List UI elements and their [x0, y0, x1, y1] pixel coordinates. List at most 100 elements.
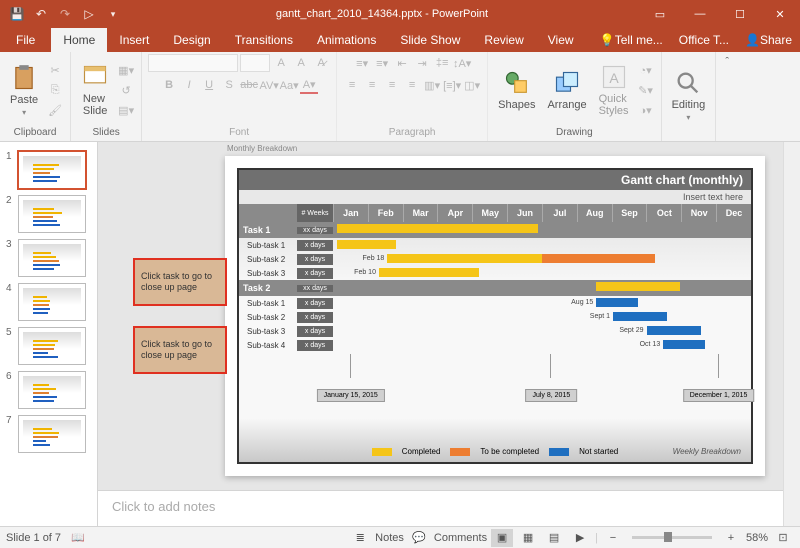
- collapse-ribbon-icon[interactable]: ˆ: [716, 52, 738, 141]
- save-icon[interactable]: 💾: [6, 3, 28, 25]
- slideshow-view-icon[interactable]: ▶: [569, 529, 591, 547]
- justify-icon[interactable]: ≡: [403, 76, 421, 94]
- fit-to-window-icon[interactable]: ⊡: [772, 529, 794, 547]
- reading-view-icon[interactable]: ▤: [543, 529, 565, 547]
- layout-icon[interactable]: ▦▾: [117, 61, 135, 79]
- strike-button[interactable]: abc: [240, 76, 258, 94]
- tab-transitions[interactable]: Transitions: [223, 28, 305, 52]
- office-link[interactable]: Office T...: [671, 28, 737, 52]
- thumbnail-2[interactable]: 2: [0, 192, 97, 236]
- tab-file[interactable]: File: [0, 28, 51, 52]
- start-from-beginning-icon[interactable]: ▷: [78, 3, 100, 25]
- cut-icon[interactable]: ✂: [46, 61, 64, 79]
- decrease-indent-icon[interactable]: ⇤: [393, 54, 411, 72]
- reset-icon[interactable]: ↺: [117, 81, 135, 99]
- editing-button[interactable]: Editing ▾: [668, 67, 710, 124]
- slide-sorter-icon[interactable]: ▦: [517, 529, 539, 547]
- task2-group[interactable]: Task 2 xx days: [239, 280, 751, 296]
- shape-fill-icon[interactable]: ◔▾: [637, 61, 655, 79]
- share-button[interactable]: 👤 Share: [737, 28, 800, 52]
- ribbon-options-icon[interactable]: ▭: [640, 0, 680, 28]
- notes-pane[interactable]: Click to add notes: [98, 490, 800, 526]
- align-right-icon[interactable]: ≡: [383, 76, 401, 94]
- text-direction-icon[interactable]: ↕A▾: [453, 54, 471, 72]
- font-size-combo[interactable]: [240, 54, 270, 72]
- t2s4-days: x days: [297, 340, 333, 351]
- increase-indent-icon[interactable]: ⇥: [413, 54, 431, 72]
- tab-slideshow[interactable]: Slide Show: [388, 28, 472, 52]
- comments-button[interactable]: 💬: [408, 529, 430, 547]
- new-slide-button[interactable]: New Slide: [77, 61, 113, 119]
- grow-font-icon[interactable]: A: [272, 54, 290, 72]
- slide-canvas[interactable]: Monthly Breakdown Gantt chart (monthly) …: [225, 156, 765, 476]
- italic-button[interactable]: I: [180, 76, 198, 94]
- minimize-button[interactable]: —: [680, 0, 720, 28]
- zoom-out-button[interactable]: −: [602, 529, 624, 547]
- quick-styles-button[interactable]: A Quick Styles: [595, 61, 633, 119]
- numbering-icon[interactable]: ≡▾: [373, 54, 391, 72]
- font-name-combo[interactable]: [148, 54, 238, 72]
- tab-design[interactable]: Design: [161, 28, 222, 52]
- align-text-icon[interactable]: [≡]▾: [443, 76, 461, 94]
- bullets-icon[interactable]: ≡▾: [353, 54, 371, 72]
- t2s1-label: Aug 15: [571, 299, 596, 306]
- tab-home[interactable]: Home: [51, 28, 107, 52]
- slide-counter[interactable]: Slide 1 of 7: [6, 532, 61, 544]
- align-left-icon[interactable]: ≡: [343, 76, 361, 94]
- shrink-font-icon[interactable]: A: [292, 54, 310, 72]
- thumbnail-7[interactable]: 7: [0, 412, 97, 456]
- section-icon[interactable]: ▤▾: [117, 101, 135, 119]
- comments-label[interactable]: Comments: [434, 532, 487, 544]
- thumbnail-4[interactable]: 4: [0, 280, 97, 324]
- bold-button[interactable]: B: [160, 76, 178, 94]
- shape-outline-icon[interactable]: ✎▾: [637, 81, 655, 99]
- qat-customize-icon[interactable]: ▾: [102, 3, 124, 25]
- notes-placeholder: Click to add notes: [112, 499, 215, 514]
- shadow-button[interactable]: S: [220, 76, 238, 94]
- close-button[interactable]: ✕: [760, 0, 800, 28]
- font-color-icon[interactable]: A▾: [300, 76, 318, 94]
- thumbnail-6[interactable]: 6: [0, 368, 97, 412]
- tell-me-search[interactable]: 💡 Tell me...: [592, 28, 671, 52]
- group-drawing-label: Drawing: [494, 126, 654, 139]
- notes-button[interactable]: ≣: [349, 529, 371, 547]
- zoom-in-button[interactable]: +: [720, 529, 742, 547]
- change-case-icon[interactable]: Aa▾: [280, 76, 298, 94]
- shape-effects-icon[interactable]: ◑▾: [637, 101, 655, 119]
- weeks-header: # Weeks: [297, 204, 333, 222]
- redo-icon[interactable]: ↷: [54, 3, 76, 25]
- task1-group[interactable]: Task 1 xx days: [239, 222, 751, 238]
- arrange-button[interactable]: Arrange: [543, 67, 590, 113]
- spellcheck-icon[interactable]: 📖: [71, 531, 85, 544]
- zoom-slider[interactable]: [632, 536, 712, 539]
- tab-insert[interactable]: Insert: [107, 28, 161, 52]
- tab-animations[interactable]: Animations: [305, 28, 388, 52]
- slide-thumbnail-panel[interactable]: 1234567: [0, 142, 98, 526]
- tab-review[interactable]: Review: [472, 28, 535, 52]
- undo-icon[interactable]: ↶: [30, 3, 52, 25]
- t1s2-label: Feb 18: [363, 255, 388, 262]
- columns-icon[interactable]: ▥▾: [423, 76, 441, 94]
- underline-button[interactable]: U: [200, 76, 218, 94]
- shapes-button[interactable]: Shapes: [494, 67, 539, 113]
- notes-label[interactable]: Notes: [375, 532, 404, 544]
- format-painter-icon[interactable]: 🖌: [46, 101, 64, 119]
- month-mar: Mar: [403, 204, 438, 222]
- thumbnail-3[interactable]: 3: [0, 236, 97, 280]
- zoom-percent[interactable]: 58%: [746, 532, 768, 544]
- paste-button[interactable]: Paste ▾: [6, 62, 42, 119]
- char-spacing-icon[interactable]: AV▾: [260, 76, 278, 94]
- thumbnail-5[interactable]: 5: [0, 324, 97, 368]
- maximize-button[interactable]: ☐: [720, 0, 760, 28]
- normal-view-icon[interactable]: ▣: [491, 529, 513, 547]
- clear-format-icon[interactable]: A̷: [312, 54, 330, 72]
- smartart-icon[interactable]: ◫▾: [463, 76, 481, 94]
- weekly-breakdown-link[interactable]: Weekly Breakdown: [673, 447, 741, 456]
- vertical-scrollbar[interactable]: [783, 142, 800, 526]
- tab-view[interactable]: View: [536, 28, 586, 52]
- copy-icon[interactable]: ⎘: [46, 81, 64, 99]
- line-spacing-icon[interactable]: ‡≡: [433, 54, 451, 72]
- align-center-icon[interactable]: ≡: [363, 76, 381, 94]
- thumbnail-1[interactable]: 1: [0, 148, 97, 192]
- find-icon: [674, 69, 702, 97]
